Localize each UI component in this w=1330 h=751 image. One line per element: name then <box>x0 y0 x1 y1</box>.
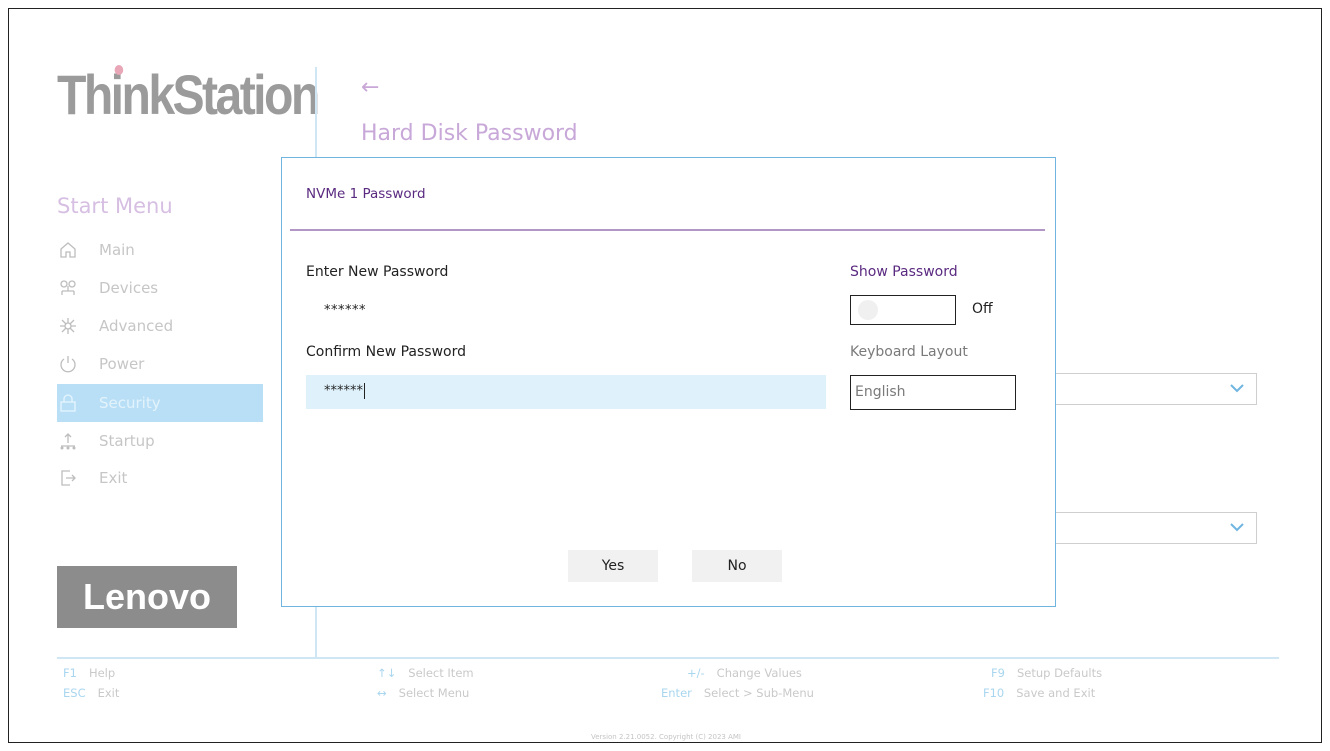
power-icon <box>57 353 79 375</box>
sidebar-item-power[interactable]: Power <box>57 345 263 383</box>
start-menu-title: Start Menu <box>57 194 173 218</box>
home-icon <box>57 239 79 261</box>
text-cursor <box>364 383 365 399</box>
lenovo-logo: Lenovo <box>57 566 237 628</box>
footer-label: Select Menu <box>398 686 470 700</box>
confirm-password-field[interactable]: ****** <box>306 375 826 409</box>
sidebar-item-label: Exit <box>99 469 128 487</box>
chevron-down-icon <box>1230 384 1244 393</box>
lock-icon <box>57 392 79 414</box>
keyboard-layout-select[interactable]: English <box>850 375 1016 410</box>
enter-password-field[interactable]: ****** <box>324 303 366 318</box>
sidebar-item-devices[interactable]: Devices <box>57 269 263 307</box>
footer-label: Select Item <box>408 666 474 680</box>
thinkstation-logo: ThinkStation <box>57 63 320 126</box>
no-button[interactable]: No <box>692 550 782 582</box>
footer-label: Setup Defaults <box>1016 666 1103 680</box>
footer-submenu: Enter Select > Sub-Menu <box>661 686 814 700</box>
back-arrow-icon[interactable]: ← <box>361 77 379 99</box>
show-password-state: Off <box>972 301 993 317</box>
background-dropdown-2[interactable] <box>1039 512 1257 544</box>
footer-label: Exit <box>97 686 120 700</box>
nvme-password-dialog: NVMe 1 Password Enter New Password *****… <box>281 157 1056 607</box>
footer-select-item: ↑↓ Select Item <box>377 666 474 680</box>
footer-label: Change Values <box>716 666 802 680</box>
sidebar-item-label: Startup <box>99 432 155 450</box>
sidebar-item-label: Main <box>99 241 135 259</box>
footer-help: F1 Help <box>63 666 115 680</box>
footer-divider <box>57 657 1279 659</box>
sidebar-item-main[interactable]: Main <box>57 231 263 269</box>
sidebar-item-label: Power <box>99 355 145 373</box>
chevron-down-icon <box>1230 523 1244 532</box>
advanced-icon <box>57 315 79 337</box>
footer-save-exit: F10 Save and Exit <box>983 686 1095 700</box>
sidebar-item-label: Devices <box>99 279 159 297</box>
show-password-toggle[interactable] <box>850 295 956 325</box>
sidebar-item-advanced[interactable]: Advanced <box>57 307 263 345</box>
sidebar-item-startup[interactable]: Startup <box>57 422 263 460</box>
show-password-label: Show Password <box>850 264 958 280</box>
keyboard-layout-label: Keyboard Layout <box>850 344 968 360</box>
dialog-title: NVMe 1 Password <box>306 186 426 202</box>
footer-label: Select > Sub-Menu <box>703 686 814 700</box>
sidebar-item-security[interactable]: Security <box>57 384 263 422</box>
left-right-arrows-icon: ↔ <box>377 686 387 700</box>
logo-dot <box>114 65 124 75</box>
sidebar-item-label: Advanced <box>99 317 174 335</box>
keyboard-layout-value: English <box>855 384 906 400</box>
footer-exit: ESC Exit <box>63 686 119 700</box>
footer-label: Help <box>88 666 116 680</box>
confirm-password-value: ****** <box>324 383 363 399</box>
sidebar-item-label: Security <box>99 394 161 412</box>
devices-icon <box>57 277 79 299</box>
enter-password-label: Enter New Password <box>306 264 449 280</box>
version-text: Version 2.21.0052. Copyright (C) 2023 AM… <box>591 733 741 741</box>
footer-key: ESC <box>63 686 86 700</box>
footer-key: +/- <box>687 666 705 680</box>
bios-setup-window: ThinkStation ← Hard Disk Password Start … <box>8 8 1322 743</box>
footer-key: F10 <box>983 686 1005 700</box>
footer-key: F9 <box>991 666 1005 680</box>
yes-button[interactable]: Yes <box>568 550 658 582</box>
toggle-knob <box>858 300 878 320</box>
confirm-password-label: Confirm New Password <box>306 344 467 360</box>
startup-icon <box>57 430 79 452</box>
footer-key: Enter <box>661 686 692 700</box>
footer-select-menu: ↔ Select Menu <box>377 686 469 700</box>
footer-change-values: +/- Change Values <box>687 666 802 680</box>
up-down-arrows-icon: ↑↓ <box>377 666 397 680</box>
footer-defaults: F9 Setup Defaults <box>991 666 1102 680</box>
footer-label: Save and Exit <box>1016 686 1096 700</box>
page-title: Hard Disk Password <box>361 121 578 146</box>
dialog-divider <box>290 229 1045 231</box>
exit-icon <box>57 467 79 489</box>
background-dropdown-1[interactable] <box>1039 373 1257 405</box>
sidebar-item-exit[interactable]: Exit <box>57 459 263 497</box>
footer-key: F1 <box>63 666 77 680</box>
